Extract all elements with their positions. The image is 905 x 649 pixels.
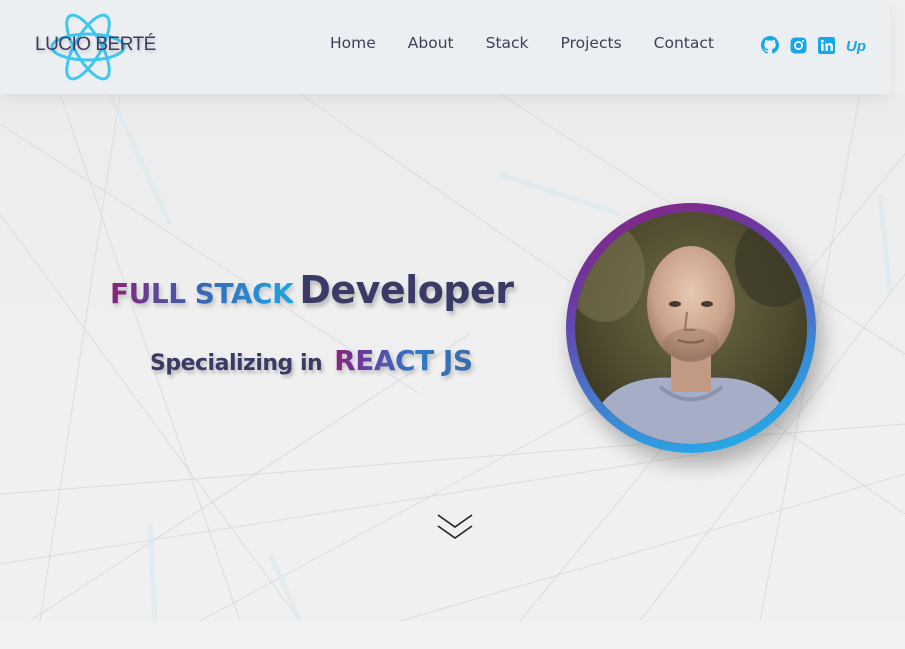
hero-subline: Specializing in REACT JS <box>150 344 473 377</box>
profile-photo-image <box>575 212 807 444</box>
logo-text: LUCIO BERTÉ <box>35 34 156 55</box>
linkedin-icon[interactable] <box>818 36 835 58</box>
site-logo[interactable]: LUCIO BERTÉ <box>30 10 160 82</box>
github-icon[interactable] <box>761 36 780 58</box>
nav-projects[interactable]: Projects <box>561 34 622 52</box>
nav-stack[interactable]: Stack <box>486 34 529 52</box>
page: LUCIO BERTÉ Home About Stack Projects Co… <box>0 0 905 649</box>
nav-contact[interactable]: Contact <box>654 34 714 52</box>
main-nav: Home About Stack Projects Contact <box>330 34 714 52</box>
nav-home[interactable]: Home <box>330 34 376 52</box>
hero-section: FULL STACK Developer Specializing in REACT… <box>0 94 905 621</box>
site-header: LUCIO BERTÉ Home About Stack Projects Co… <box>0 0 890 94</box>
subline-highlight: REACT JS <box>334 344 473 377</box>
section-divider <box>0 621 905 649</box>
headline-gradient-text: FULL STACK <box>110 277 294 310</box>
subline-prefix: Specializing in <box>150 351 323 376</box>
headline-main-text: Developer <box>299 268 514 312</box>
hero-headline: FULL STACK Developer <box>110 268 514 312</box>
profile-photo <box>566 203 816 453</box>
nav-about[interactable]: About <box>408 34 454 52</box>
instagram-icon[interactable] <box>790 37 807 58</box>
double-chevron-down-icon[interactable] <box>436 512 474 548</box>
social-links: Up <box>761 36 866 58</box>
upwork-icon[interactable]: Up <box>846 39 866 55</box>
